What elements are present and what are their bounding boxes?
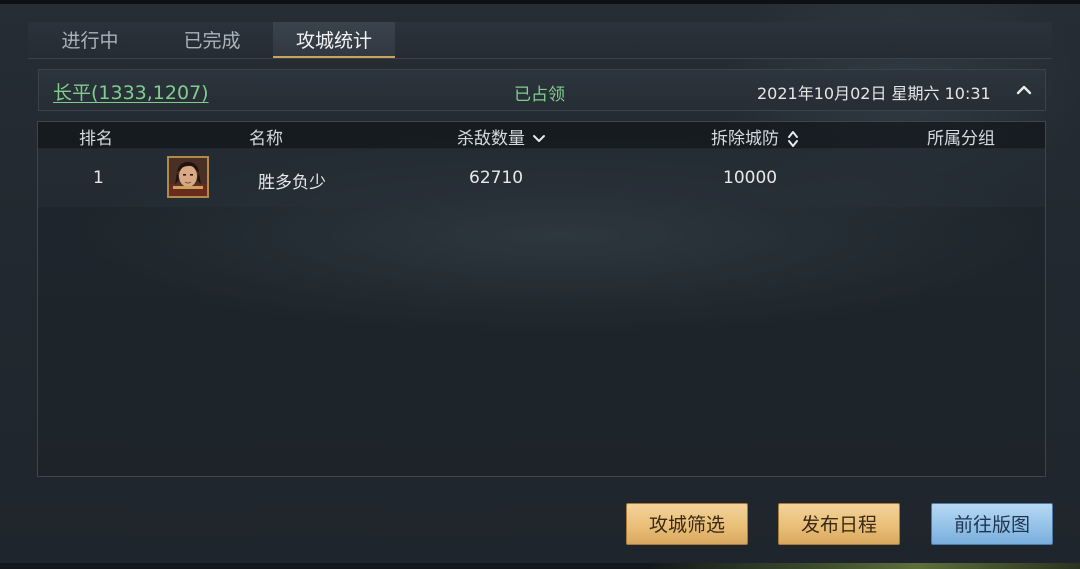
row-demolish: 10000 [723,168,778,188]
siege-stats-table: 排名 名称 杀敌数量 拆除城防 所属分组 1 胜多负少 62710 10000 [37,121,1046,477]
header-demolish-label: 拆除城防 [711,129,779,149]
header-demolish[interactable]: 拆除城防 [711,124,800,149]
row-rank: 1 [93,168,104,188]
header-kills[interactable]: 杀敌数量 [457,124,546,149]
city-datetime: 2021年10月02日 星期六 10:31 [757,84,991,103]
chevron-down-icon [533,135,546,142]
tab-bar: 进行中 已完成 攻城统计 [28,22,1052,59]
chevron-up-icon[interactable] [1013,79,1035,101]
header-kills-label: 杀敌数量 [457,129,525,149]
tab-in-progress[interactable]: 进行中 [38,22,142,58]
row-kills: 62710 [469,168,524,188]
tab-completed[interactable]: 已完成 [160,22,264,58]
row-player-name: 胜多负少 [258,173,326,193]
tab-siege-stats[interactable]: 攻城统计 [273,22,395,58]
table-header: 排名 名称 杀敌数量 拆除城防 所属分组 [38,122,1045,149]
header-rank: 排名 [79,129,113,149]
table-row[interactable]: 1 胜多负少 62710 10000 [38,149,1045,207]
go-to-map-button[interactable]: 前往版图 [931,503,1053,545]
city-header-row[interactable]: 长平(1333,1207) 已占领 2021年10月02日 星期六 10:31 [38,69,1046,111]
city-link[interactable]: 长平(1333,1207) [53,78,209,105]
city-status: 已占领 [514,85,565,105]
siege-filter-button[interactable]: 攻城筛选 [626,503,748,545]
publish-schedule-button[interactable]: 发布日程 [778,503,900,545]
header-name: 名称 [249,129,283,149]
bottom-edge [0,563,1080,569]
sort-updown-icon [788,131,799,147]
top-edge [0,0,1080,4]
header-group: 所属分组 [927,129,995,149]
warrior-portrait-icon[interactable] [167,156,209,198]
